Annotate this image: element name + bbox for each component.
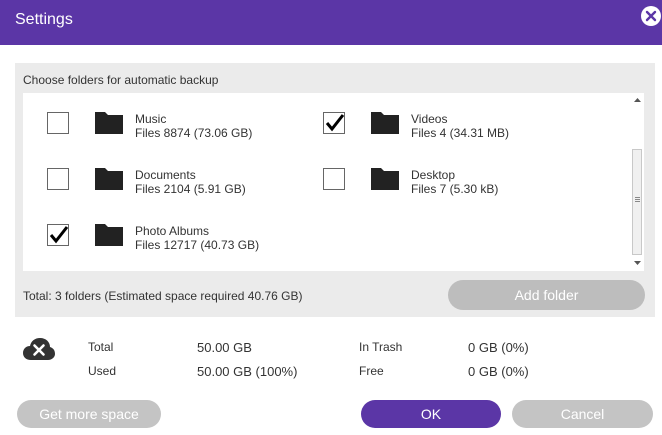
- photo-albums-checkbox[interactable]: [47, 224, 69, 246]
- documents-checkbox[interactable]: [47, 168, 69, 190]
- folder-list-scrollbar[interactable]: [631, 93, 644, 271]
- ok-button[interactable]: OK: [361, 400, 501, 428]
- add-folder-button[interactable]: Add folder: [448, 280, 645, 310]
- cloud-error-icon: [23, 338, 55, 360]
- close-button[interactable]: [641, 6, 661, 26]
- scroll-down-icon[interactable]: [633, 258, 642, 267]
- storage-total-label: Total: [88, 340, 114, 354]
- scroll-up-icon[interactable]: [633, 96, 642, 105]
- backup-total-summary: Total: 3 folders (Estimated space requir…: [23, 289, 303, 303]
- cancel-button[interactable]: Cancel: [512, 400, 653, 428]
- desktop-checkbox[interactable]: [323, 168, 345, 190]
- title-bar: Settings: [0, 0, 662, 45]
- folder-icon: [95, 168, 123, 190]
- get-more-space-button[interactable]: Get more space: [17, 400, 161, 428]
- storage-total-value: 50.00 GB: [197, 340, 252, 355]
- checkmark-icon: [49, 226, 69, 244]
- folder-info: Files 4 (34.31 MB): [411, 126, 510, 140]
- folder-name: Music: [135, 112, 167, 126]
- scroll-thumb[interactable]: [632, 149, 642, 255]
- storage-free-value: 0 GB (0%): [468, 364, 529, 379]
- backup-section-label: Choose folders for automatic backup: [23, 73, 219, 87]
- scroll-grip-icon: [635, 197, 640, 203]
- folder-info: Files 7 (5.30 kB): [411, 182, 499, 196]
- folder-icon: [371, 112, 399, 134]
- music-checkbox[interactable]: [47, 112, 69, 134]
- storage-free-label: Free: [359, 364, 384, 378]
- videos-checkbox[interactable]: [323, 112, 345, 134]
- folder-name: Desktop: [411, 168, 456, 182]
- close-icon: [645, 10, 657, 22]
- folder-info: Files 8874 (73.06 GB): [135, 126, 253, 140]
- folder-icon: [95, 224, 123, 246]
- folder-name: Photo Albums: [135, 224, 210, 238]
- folder-name: Videos: [411, 112, 448, 126]
- storage-trash-value: 0 GB (0%): [468, 340, 529, 355]
- folder-icon: [371, 168, 399, 190]
- storage-trash-label: In Trash: [359, 340, 403, 354]
- window-title: Settings: [15, 11, 73, 28]
- storage-used-value: 50.00 GB (100%): [197, 364, 298, 379]
- folder-list: Music Files 8874 (73.06 GB) Videos Files…: [23, 93, 644, 271]
- storage-used-label: Used: [88, 364, 117, 378]
- folder-icon: [95, 112, 123, 134]
- folder-info: Files 2104 (5.91 GB): [135, 182, 246, 196]
- folder-info: Files 12717 (40.73 GB): [135, 238, 260, 252]
- folder-name: Documents: [135, 168, 196, 182]
- backup-panel: Choose folders for automatic backup Musi…: [15, 63, 655, 317]
- checkmark-icon: [325, 114, 345, 132]
